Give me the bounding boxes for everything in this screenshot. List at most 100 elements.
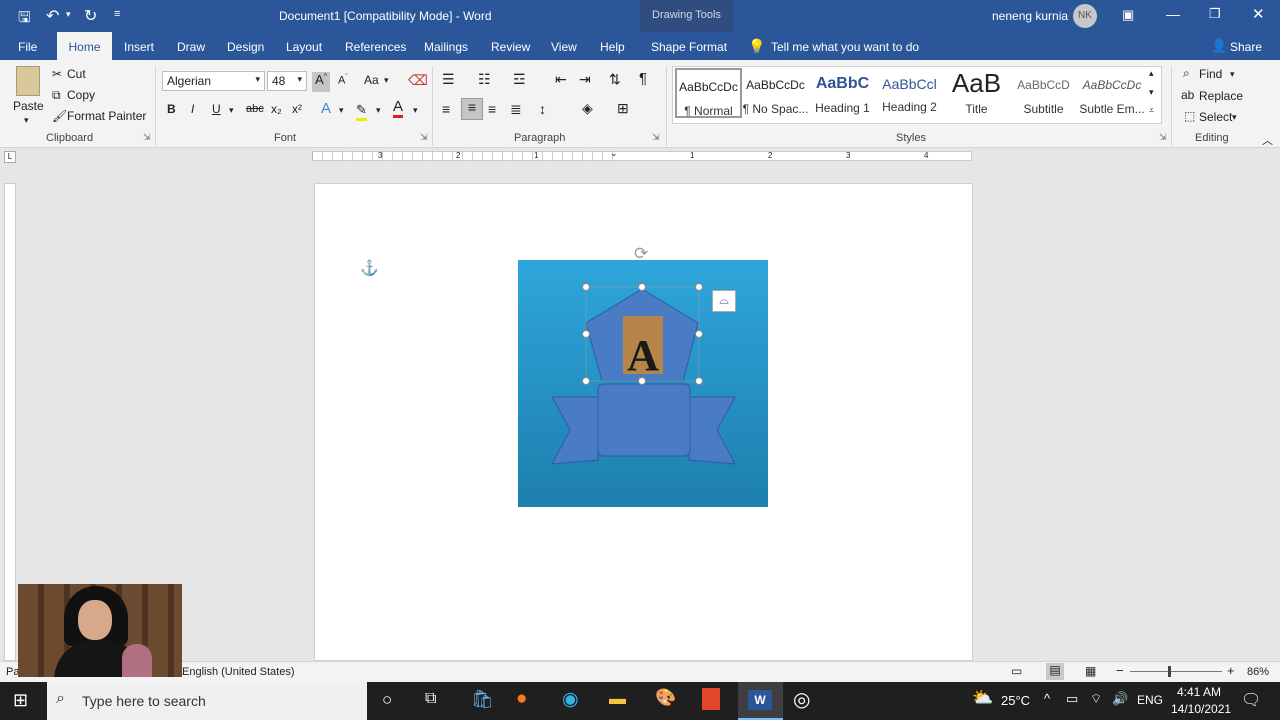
clear-formatting-icon[interactable]: ⌫ xyxy=(408,72,428,89)
tab-file[interactable]: File xyxy=(18,40,37,54)
format-painter-button[interactable]: Format Painter xyxy=(67,109,146,123)
superscript-button[interactable]: x² xyxy=(292,102,302,116)
shading-icon[interactable]: ◈ xyxy=(582,100,593,117)
styles-scroll-down-icon[interactable]: ▾ xyxy=(1149,87,1154,98)
restore-icon[interactable]: ❐ xyxy=(1209,6,1221,22)
align-center-icon[interactable]: ≡ xyxy=(461,98,483,120)
style-subtitle[interactable]: AaBbCcD Subtitle xyxy=(1010,68,1077,118)
zoom-slider[interactable] xyxy=(1130,671,1222,672)
multilevel-list-icon[interactable]: ☲ xyxy=(513,71,526,88)
obs-icon[interactable]: ◎ xyxy=(793,687,810,712)
office-icon[interactable] xyxy=(702,688,720,710)
font-name-combo[interactable]: Algerian ▾ xyxy=(162,71,265,91)
text-effects-icon[interactable]: A xyxy=(321,100,331,117)
decrease-indent-icon[interactable]: ⇤ xyxy=(555,71,567,88)
grow-font-button[interactable]: A^ xyxy=(312,72,330,92)
store-icon[interactable]: 🛍 xyxy=(471,689,494,710)
cut-icon[interactable]: ✂ xyxy=(52,67,62,81)
volume-icon[interactable]: 🔊 xyxy=(1112,691,1128,707)
temperature[interactable]: 25°C xyxy=(1001,693,1030,708)
underline-button[interactable]: U xyxy=(212,102,221,116)
clock-date[interactable]: 14/10/2021 xyxy=(1171,702,1231,716)
word-taskbar-button[interactable]: W xyxy=(738,682,783,720)
undo-icon[interactable]: ↶ xyxy=(46,6,59,26)
justify-icon[interactable]: ≣ xyxy=(510,101,522,118)
style-title[interactable]: AaB Title xyxy=(943,68,1010,118)
cortana-icon[interactable]: ○ xyxy=(382,690,392,710)
chevron-down-icon[interactable]: ▾ xyxy=(1230,69,1235,80)
zoom-thumb[interactable] xyxy=(1168,666,1171,677)
resize-handle[interactable] xyxy=(582,330,590,338)
paste-icon[interactable] xyxy=(16,66,40,96)
weather-icon[interactable]: ⛅ xyxy=(972,688,993,708)
battery-icon[interactable]: ▭ xyxy=(1066,691,1078,707)
zoom-out-button[interactable]: − xyxy=(1116,663,1124,678)
bullets-icon[interactable]: ☰ xyxy=(442,71,455,88)
tab-review[interactable]: Review xyxy=(491,40,530,54)
tab-design[interactable]: Design xyxy=(227,40,264,54)
styles-scroll-up-icon[interactable]: ▴ xyxy=(1149,68,1154,79)
numbering-icon[interactable]: ☷ xyxy=(478,71,491,88)
select-button[interactable]: Select xyxy=(1199,110,1232,124)
sort-icon[interactable]: ⇅ xyxy=(609,71,621,88)
style-normal[interactable]: AaBbCcDc ¶ Normal xyxy=(675,68,742,118)
customize-qat-icon[interactable]: ≡ xyxy=(114,8,120,20)
chevron-up-icon[interactable]: ^ xyxy=(1044,691,1050,706)
resize-handle[interactable] xyxy=(582,377,590,385)
layout-options-icon[interactable]: ⌓ xyxy=(712,290,736,312)
chevron-down-icon[interactable]: ▾ xyxy=(413,105,418,116)
align-right-icon[interactable]: ≡ xyxy=(488,101,496,117)
avatar[interactable]: NK xyxy=(1073,4,1097,28)
resize-handle[interactable] xyxy=(695,283,703,291)
clipboard-launcher-icon[interactable]: ⇲ xyxy=(143,132,151,143)
change-case-button[interactable]: Aa xyxy=(364,73,379,87)
clock-time[interactable]: 4:41 AM xyxy=(1177,685,1221,699)
chevron-down-icon[interactable]: ▾ xyxy=(376,105,381,116)
cut-button[interactable]: Cut xyxy=(67,67,86,81)
tab-insert[interactable]: Insert xyxy=(124,40,154,54)
tell-me-search[interactable]: Tell me what you want to do xyxy=(771,40,919,54)
language-indicator-taskbar[interactable]: ENG xyxy=(1137,693,1163,707)
bold-button[interactable]: B xyxy=(167,102,176,116)
read-mode-icon[interactable]: ▭ xyxy=(1011,664,1022,678)
strikethrough-button[interactable]: abc xyxy=(246,103,264,115)
paste-dropdown-icon[interactable]: ▾ xyxy=(24,115,29,126)
language-indicator[interactable]: English (United States) xyxy=(182,666,295,678)
tab-mailings[interactable]: Mailings xyxy=(424,40,468,54)
styles-launcher-icon[interactable]: ⇲ xyxy=(1159,132,1167,143)
borders-icon[interactable]: ⊞ xyxy=(617,100,629,117)
taskbar-search[interactable]: ⌕ Type here to search xyxy=(47,682,367,720)
select-icon[interactable]: ⬚ xyxy=(1184,109,1195,123)
chevron-down-icon[interactable]: ▾ xyxy=(229,105,234,116)
zoom-in-button[interactable]: + xyxy=(1227,663,1235,678)
paint-icon[interactable]: 🎨 xyxy=(655,688,676,708)
style-subtle-emphasis[interactable]: AaBbCcDc Subtle Em... xyxy=(1077,68,1147,118)
format-painter-icon[interactable]: 🖌 xyxy=(52,109,67,123)
font-size-combo[interactable]: 48 ▾ xyxy=(267,71,307,91)
chevron-down-icon[interactable]: ▾ xyxy=(384,75,389,86)
highlight-icon[interactable]: ✎ xyxy=(356,102,367,121)
italic-button[interactable]: I xyxy=(191,102,194,116)
tab-home[interactable]: Home xyxy=(57,32,112,62)
rotate-handle-icon[interactable]: ⟳ xyxy=(634,244,648,264)
resize-handle[interactable] xyxy=(695,377,703,385)
paste-button[interactable]: Paste xyxy=(13,99,44,113)
increase-indent-icon[interactable]: ⇥ xyxy=(579,71,591,88)
resize-handle[interactable] xyxy=(638,377,646,385)
logo-artwork[interactable]: A ⌓ xyxy=(518,260,768,507)
style-heading-1[interactable]: AaBbC Heading 1 xyxy=(809,68,876,118)
chevron-down-icon[interactable]: ▾ xyxy=(339,105,344,116)
resize-handle[interactable] xyxy=(582,283,590,291)
chevron-down-icon[interactable]: ▾ xyxy=(1232,112,1237,123)
tab-draw[interactable]: Draw xyxy=(177,40,205,54)
wifi-icon[interactable]: ⌔ xyxy=(1090,691,1102,707)
minimize-icon[interactable]: — xyxy=(1166,6,1180,22)
edge-icon[interactable]: ◉ xyxy=(562,688,579,711)
copy-button[interactable]: Copy xyxy=(67,88,95,102)
replace-button[interactable]: Replace xyxy=(1199,89,1243,103)
style-heading-2[interactable]: AaBbCcl Heading 2 xyxy=(876,68,943,118)
print-layout-icon[interactable]: ▤ xyxy=(1046,663,1064,680)
resize-handle[interactable] xyxy=(695,330,703,338)
file-explorer-icon[interactable]: ▬ xyxy=(609,689,626,709)
web-layout-icon[interactable]: ▦ xyxy=(1085,664,1096,678)
